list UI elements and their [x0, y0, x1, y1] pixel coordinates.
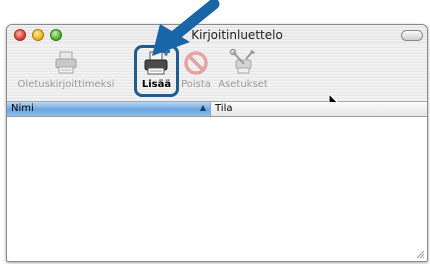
pointer-arrow-annotation	[152, 0, 220, 56]
